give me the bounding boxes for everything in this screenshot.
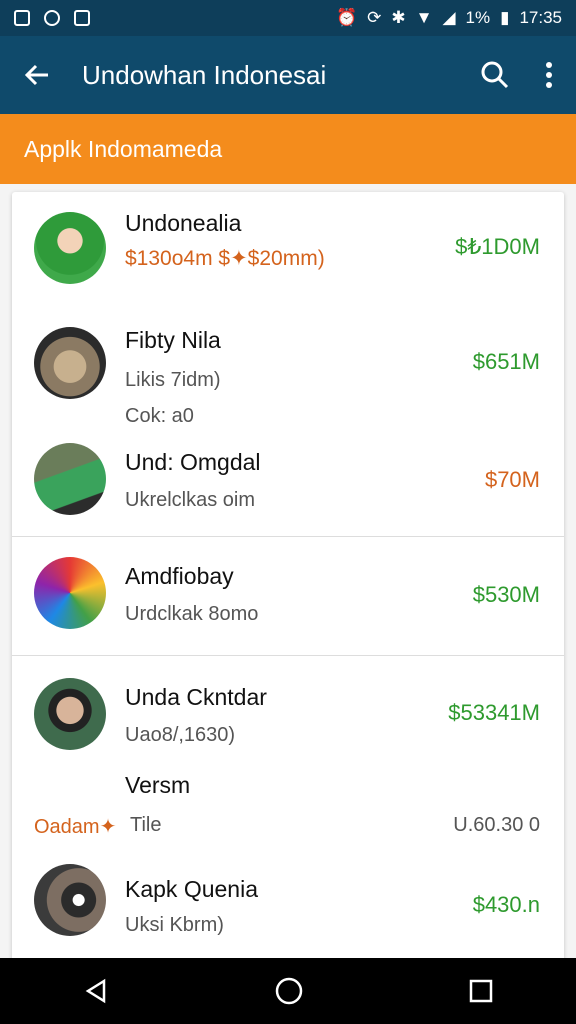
item-sub: Likis 7idm) <box>125 369 221 391</box>
item-sub: Ukrelclkas oim <box>125 489 256 511</box>
notification-icon <box>14 10 30 26</box>
recents-nav-icon[interactable] <box>468 978 494 1004</box>
avatar <box>34 864 106 936</box>
navigation-bar <box>0 958 576 1024</box>
item-sub: Tile <box>130 814 162 836</box>
list-item[interactable]: Versm Oadam✦ Tile U.60.30 0 <box>12 766 564 856</box>
list-item[interactable]: Und: Omgdal Ukrelclkas oim $70M <box>12 437 564 537</box>
list-item[interactable]: Fibty Nila Likis 7idm) Cok: a0 $651M <box>12 297 564 437</box>
avatar <box>34 557 106 629</box>
battery-percent: 1% <box>465 8 491 27</box>
item-value: $70M <box>484 467 540 492</box>
alarm-icon: ⏰ <box>335 8 358 27</box>
list-card: Undonealia $130o4m $✦$20mm) $₺1D0M Fibty… <box>12 192 564 962</box>
item-value: $53341M <box>448 700 540 725</box>
item-sub2: Cok: a0 <box>125 405 194 427</box>
list-item[interactable]: Unda Ckntdar Uao8/,1630) $53341M <box>12 656 564 766</box>
list-item[interactable]: Undonealia $130o4m $✦$20mm) $₺1D0M <box>12 192 564 297</box>
wifi-icon: ▼ <box>415 8 433 27</box>
avatar <box>34 678 106 750</box>
clock: 17:35 <box>519 8 562 27</box>
list-item[interactable]: Kapk Quenia Uksi Kbrm) $430.n <box>12 856 564 962</box>
item-value: $₺1D0M <box>455 234 540 259</box>
search-icon[interactable] <box>480 60 510 90</box>
more-vert-icon[interactable] <box>544 60 554 90</box>
item-value: U.60.30 0 <box>453 814 540 836</box>
home-nav-icon[interactable] <box>274 976 304 1006</box>
item-value: $530M <box>472 582 540 607</box>
item-sub: $130o4m $✦$20mm) <box>125 247 325 270</box>
item-name: Amdfiobay <box>125 563 234 589</box>
avatar <box>34 327 106 399</box>
item-name: Undonealia <box>125 210 242 236</box>
item-name: Versm <box>125 772 191 798</box>
signal-icon: ◢ <box>442 8 456 27</box>
section-banner: Applk Indomameda <box>0 114 576 184</box>
item-name: Fibty Nila <box>125 327 221 353</box>
back-nav-icon[interactable] <box>82 977 110 1005</box>
status-bar: ⏰ ⟳ ✱ ▼ ◢ 1% ▮ 17:35 <box>0 0 576 36</box>
item-value: $430.n <box>472 892 540 917</box>
notification-icon <box>44 10 60 26</box>
item-name: Kapk Quenia <box>125 876 258 902</box>
list-item[interactable]: Amdfiobay Urdclkak 8omo $530M <box>12 537 564 655</box>
item-name: Und: Omgdal <box>125 449 261 475</box>
banner-text: Applk Indomameda <box>24 135 223 162</box>
item-name: Unda Ckntdar <box>125 684 267 710</box>
avatar <box>34 212 106 284</box>
item-sub: Urdclkak 8omo <box>125 603 259 625</box>
bluetooth-icon: ✱ <box>391 8 406 27</box>
item-tag: Oadam✦ <box>34 816 117 838</box>
avatar <box>34 443 106 515</box>
app-bar: Undowhan Indonesai <box>0 36 576 114</box>
item-sub: Uksi Kbrm) <box>125 914 224 936</box>
item-sub: Uao8/,1630) <box>125 724 236 746</box>
image-icon <box>74 10 90 26</box>
item-value: $651M <box>472 349 540 374</box>
back-arrow-icon[interactable] <box>22 60 52 90</box>
page-title: Undowhan Indonesai <box>82 59 327 90</box>
sync-icon: ⟳ <box>367 8 382 27</box>
battery-icon: ▮ <box>500 8 510 27</box>
